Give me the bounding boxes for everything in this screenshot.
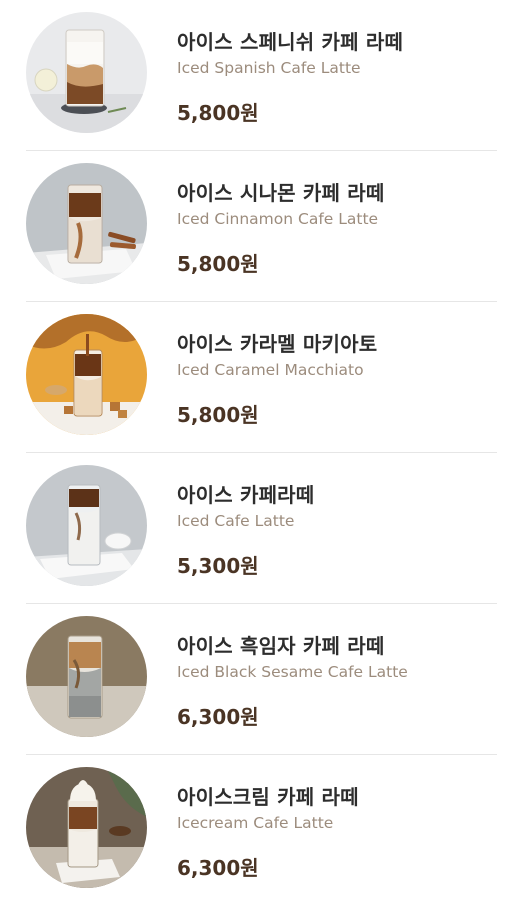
menu-item-name-en: Icecream Cafe Latte (177, 814, 334, 832)
menu-item-iced-spanish-cafe-latte[interactable]: 아이스 스페니쉬 카페 라떼 Iced Spanish Cafe Latte 5… (26, 0, 497, 151)
menu-item-price: 5,800원 (177, 252, 259, 276)
menu-item-price: 6,300원 (177, 705, 259, 729)
menu-item-iced-cafe-latte[interactable]: 아이스 카페라떼 Iced Cafe Latte 5,300원 (26, 453, 497, 604)
menu-item-price: 6,300원 (177, 856, 259, 880)
product-image (26, 616, 147, 737)
product-image (26, 163, 147, 284)
product-image (26, 314, 147, 435)
menu-item-name-ko: 아이스 스페니쉬 카페 라떼 (177, 30, 404, 54)
menu-item-name-en: Iced Cafe Latte (177, 512, 295, 530)
menu-list: 아이스 스페니쉬 카페 라떼 Iced Spanish Cafe Latte 5… (0, 0, 509, 905)
menu-item-price: 5,300원 (177, 554, 259, 578)
menu-item-name-ko: 아이스크림 카페 라떼 (177, 785, 359, 809)
menu-item-name-en: Iced Caramel Macchiato (177, 361, 364, 379)
menu-item-iced-caramel-macchiato[interactable]: 아이스 카라멜 마키아토 Iced Caramel Macchiato 5,80… (26, 302, 497, 453)
menu-item-iced-cinnamon-cafe-latte[interactable]: 아이스 시나몬 카페 라떼 Iced Cinnamon Cafe Latte 5… (26, 151, 497, 302)
menu-item-name-en: Iced Black Sesame Cafe Latte (177, 663, 408, 681)
menu-item-price: 5,800원 (177, 403, 259, 427)
product-image (26, 767, 147, 888)
menu-item-name-ko: 아이스 카페라떼 (177, 483, 315, 507)
menu-item-name-ko: 아이스 카라멜 마키아토 (177, 332, 378, 356)
menu-item-icecream-cafe-latte[interactable]: 아이스크림 카페 라떼 Icecream Cafe Latte 6,300원 (26, 755, 497, 905)
product-image (26, 12, 147, 133)
menu-item-name-ko: 아이스 흑임자 카페 라떼 (177, 634, 385, 658)
product-image (26, 465, 147, 586)
menu-item-name-en: Iced Cinnamon Cafe Latte (177, 210, 379, 228)
menu-item-iced-black-sesame-cafe-latte[interactable]: 아이스 흑임자 카페 라떼 Iced Black Sesame Cafe Lat… (26, 604, 497, 755)
menu-item-name-en: Iced Spanish Cafe Latte (177, 59, 361, 77)
menu-item-name-ko: 아이스 시나몬 카페 라떼 (177, 181, 385, 205)
menu-item-price: 5,800원 (177, 101, 259, 125)
